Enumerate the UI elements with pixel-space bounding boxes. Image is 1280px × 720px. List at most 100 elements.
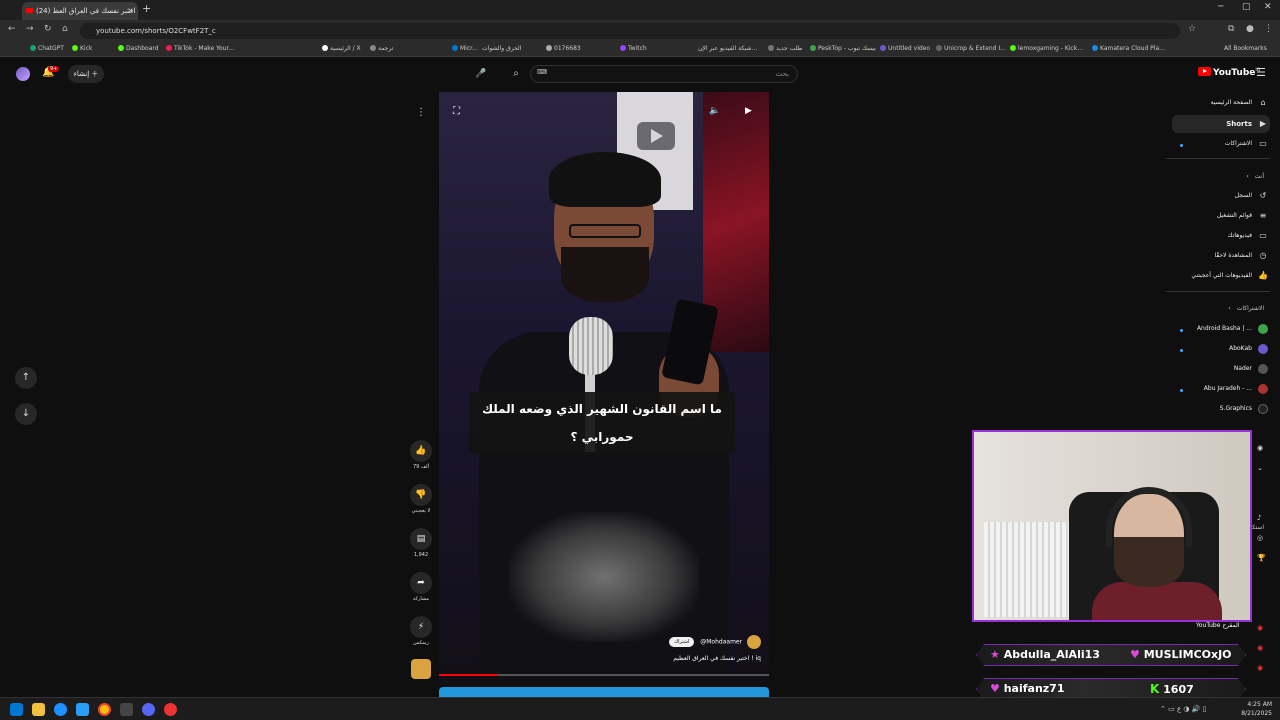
browser-tab[interactable]: (24) اختبر نفسك في العراق العظ × <box>22 2 138 20</box>
next-short-button[interactable]: ↓ <box>15 403 37 425</box>
bookmark-item[interactable]: الرئيسية / X <box>322 45 361 52</box>
browser-menu-icon[interactable]: ⋮ <box>1264 24 1273 34</box>
youtube-logo[interactable]: YouTubeIQ <box>1198 67 1260 78</box>
bookmark-star-icon[interactable]: ☆ <box>1188 24 1196 34</box>
comments-button[interactable]: ▤ 1,942 <box>409 528 433 558</box>
previous-short-button[interactable]: ↑ <box>15 367 37 389</box>
extensions-icon[interactable]: ⧉ <box>1228 24 1234 34</box>
play-award-icon <box>637 122 675 150</box>
bookmark-item[interactable]: ChatGPT <box>30 45 64 52</box>
sidebar-item-liked[interactable]: الفيديوهات التي أعجبتني 👍 <box>1191 267 1270 285</box>
reload-icon[interactable]: ↻ <box>44 24 52 34</box>
menu-icon[interactable]: ☰ <box>1256 66 1266 79</box>
gaming-icon[interactable]: ◉ <box>1257 444 1263 452</box>
close-tab-icon[interactable]: × <box>127 2 134 20</box>
window-close-icon[interactable]: ✕ <box>1264 2 1272 12</box>
share-button[interactable]: ➦ مشاركة <box>409 572 433 602</box>
bookmark-item[interactable]: Untitled video <box>880 45 930 52</box>
channel-avatar-icon <box>1258 324 1268 334</box>
search-input[interactable]: بحث <box>530 65 798 83</box>
edge-icon[interactable] <box>54 703 67 716</box>
chevron-down-icon[interactable]: ⌄ <box>1257 464 1263 472</box>
dislike-button[interactable]: 👎 لا يعجبني <box>409 484 433 514</box>
channel-avatar[interactable] <box>747 635 761 649</box>
bookmark-item[interactable]: Twitch <box>620 45 647 52</box>
bookmark-item[interactable]: Kamatera Cloud Pla... <box>1092 45 1165 52</box>
sidebar-item-subscriptions[interactable]: الاشتراكات ▭ <box>1225 135 1270 153</box>
bookmark-item[interactable]: Kick <box>72 45 92 52</box>
avatar[interactable] <box>16 67 30 81</box>
clock[interactable]: 4:25 AM 8/21/2025 <box>1241 700 1272 718</box>
bookmark-item[interactable]: Unicrop & Extend I... <box>936 45 1006 52</box>
music-icon[interactable]: ♪ <box>1257 514 1261 522</box>
sidebar-channel[interactable]: Abu Jaradeh - ... <box>1204 380 1270 398</box>
sidebar-item-home[interactable]: الصفحة الرئيسية ⌂ <box>1211 94 1270 112</box>
store-icon[interactable] <box>76 703 89 716</box>
sidebar-channel[interactable]: Android Basha | ... <box>1197 320 1270 338</box>
more-options-icon[interactable]: ⋮ <box>410 102 432 124</box>
maximize-icon[interactable]: ▢ <box>1242 2 1251 12</box>
sidebar-item-history[interactable]: السجل ↺ <box>1235 187 1270 205</box>
like-button[interactable]: 👍 79 ألف <box>409 440 433 470</box>
bookmark-item[interactable]: شبكة الفيديو عبر الإن... <box>698 45 757 52</box>
home-icon[interactable]: ⌂ <box>62 24 68 34</box>
sidebar-item-your-videos[interactable]: فيديوهاتك ▭ <box>1228 227 1270 245</box>
chrome-icon[interactable] <box>98 703 111 716</box>
youtube-studio-icon[interactable]: ◉ <box>1257 624 1263 632</box>
bookmark-item[interactable]: 0176683 <box>546 45 581 52</box>
trophy-icon[interactable]: 🏆 <box>1257 554 1266 562</box>
you-section-heading[interactable]: ‹ أنت <box>1246 173 1264 180</box>
bookmark-item[interactable]: الحرق والشوات <box>482 45 521 52</box>
youtube-music-icon[interactable]: ◉ <box>1257 644 1263 652</box>
shorts-video[interactable]: ما اسم القانون الشهير الذي وضعه الملك حم… <box>439 92 769 682</box>
bookmark-item[interactable]: ترجمة <box>370 45 393 52</box>
bookmark-item[interactable]: طلب جديد <box>768 45 802 52</box>
bookmark-item[interactable]: TikTok - Make Your... <box>166 45 234 52</box>
bookmark-item[interactable]: Micr... <box>452 45 478 52</box>
divider <box>1166 158 1270 159</box>
bookmark-item[interactable]: lemoxgaming - Kick... <box>1010 45 1083 52</box>
search-icon[interactable]: ⌕ <box>505 65 527 83</box>
url-field[interactable]: youtube.com/shorts/O2CFwtF2T_c <box>80 23 1180 39</box>
youtube-play-icon <box>1198 67 1211 76</box>
create-button[interactable]: إنشاء ＋ <box>68 65 104 83</box>
sidebar-item-watch-later[interactable]: المشاهدة لاحقًا ◷ <box>1214 247 1270 265</box>
system-tray[interactable]: ⌃ ▭ ع ◑ 🔊 ▯ <box>1160 705 1206 713</box>
file-explorer-icon[interactable] <box>32 703 45 716</box>
mic-icon[interactable]: 🎤 <box>474 65 488 83</box>
new-tab-button[interactable]: + <box>142 2 151 15</box>
app-icon[interactable] <box>120 703 133 716</box>
subscribe-button[interactable]: اشتراك <box>668 637 695 647</box>
channel-avatar-icon <box>1258 404 1268 414</box>
minimize-icon[interactable]: ─ <box>1218 2 1223 12</box>
webcam-shirt <box>1092 582 1222 620</box>
sidebar-item-playlists[interactable]: قوائم التشغيل ≡ <box>1217 207 1270 225</box>
heart-icon: ♥ <box>1130 648 1140 661</box>
bookmark-item[interactable]: PeskTop - بيسك تبوب <box>810 45 876 52</box>
sidebar-channel[interactable]: S.Graphics <box>1220 400 1270 418</box>
profile-icon[interactable]: ● <box>1246 24 1254 34</box>
back-icon[interactable]: ← <box>8 24 16 34</box>
forward-icon[interactable]: → <box>26 24 34 34</box>
subscriptions-heading[interactable]: ‹ الاشتراكات <box>1228 305 1264 312</box>
next-short-banner[interactable] <box>439 687 769 697</box>
bookmark-item[interactable]: Dashboard <box>118 45 159 52</box>
video-progress-bar[interactable] <box>439 674 769 676</box>
keyboard-icon[interactable]: ⌨ <box>537 68 547 76</box>
youtube-kids-icon[interactable]: ◉ <box>1257 664 1263 672</box>
podcast-icon[interactable]: ◎ <box>1257 534 1263 542</box>
sidebar-item-shorts[interactable]: Shorts ▶ <box>1172 115 1270 133</box>
sound-thumbnail[interactable] <box>411 659 431 679</box>
play-pause-icon[interactable]: ▶ <box>745 106 752 116</box>
channel-handle[interactable]: @Mohdaamer <box>700 639 742 646</box>
windows-start-icon[interactable] <box>10 703 23 716</box>
sidebar-channel[interactable]: AboKab <box>1229 340 1270 358</box>
volume-icon[interactable]: 🔈 <box>709 106 720 116</box>
fullscreen-icon[interactable]: ⛶ <box>453 106 460 117</box>
remix-button[interactable]: ⚡ ريمكس <box>409 616 433 646</box>
all-bookmarks[interactable]: All Bookmarks <box>1224 45 1267 52</box>
discord-icon[interactable] <box>142 703 155 716</box>
video-title[interactable]: اختبر نفسك في العراق العظيم ! iq <box>673 655 761 662</box>
sidebar-channel[interactable]: Nader <box>1234 360 1270 378</box>
obs-icon[interactable] <box>164 703 177 716</box>
